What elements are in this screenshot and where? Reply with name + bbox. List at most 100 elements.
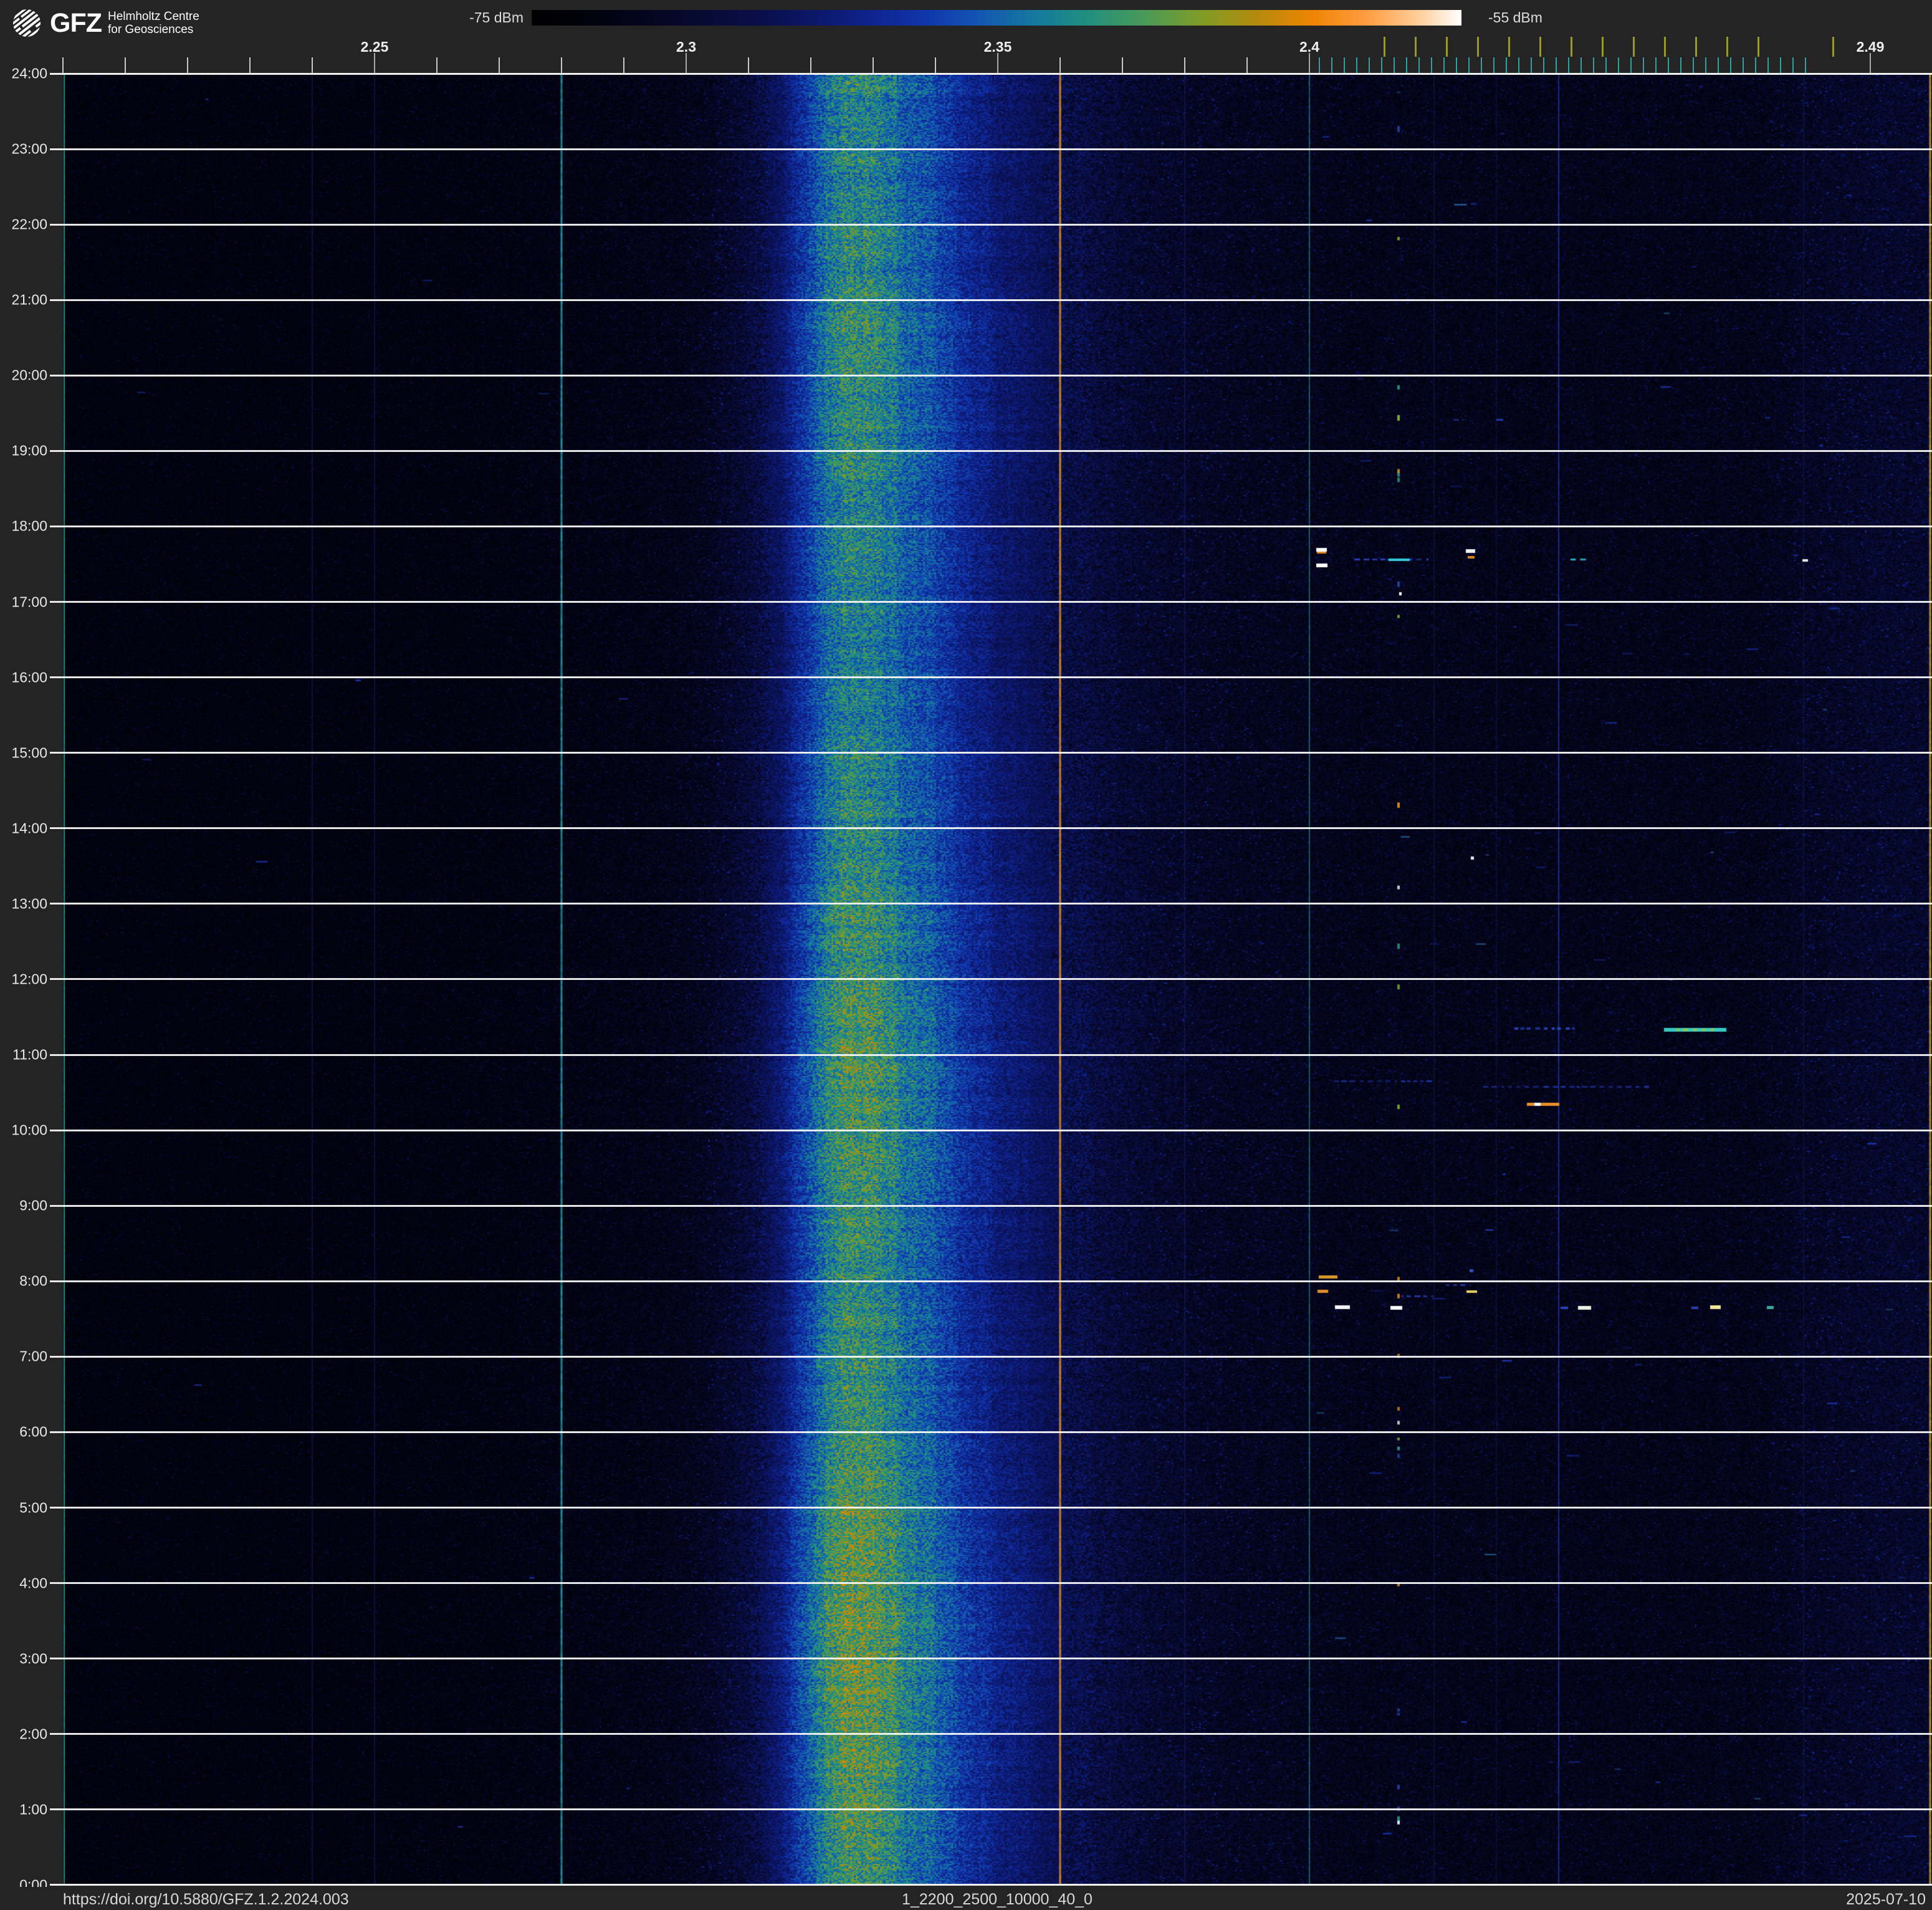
freq-minor-tick bbox=[623, 57, 624, 74]
freq-minor-tick bbox=[436, 57, 438, 74]
freq-minor-tick bbox=[748, 57, 749, 74]
colorbar-gradient bbox=[532, 10, 1461, 26]
hour-label: 23:00 bbox=[11, 140, 47, 157]
hour-gridline bbox=[50, 1129, 1932, 1131]
channel-tick-teal bbox=[1394, 57, 1395, 74]
freq-minor-tick bbox=[561, 57, 562, 74]
hour-gridline bbox=[50, 1204, 1932, 1207]
channel-tick-teal bbox=[1456, 57, 1457, 74]
channel-tick-teal bbox=[1668, 57, 1669, 74]
channel-tick-teal bbox=[1531, 57, 1532, 74]
channel-tick-teal bbox=[1730, 57, 1731, 74]
hour-label: 11:00 bbox=[12, 1046, 47, 1063]
hour-gridline bbox=[50, 1658, 1932, 1660]
freq-tick-label: 2.3 bbox=[676, 39, 696, 55]
channel-tick-yellow bbox=[1383, 37, 1385, 57]
freq-tick-label: 2.4 bbox=[1299, 39, 1319, 55]
hour-gridline bbox=[50, 1733, 1932, 1735]
hour-gridline bbox=[50, 1355, 1932, 1358]
channel-tick-yellow bbox=[1757, 37, 1759, 57]
hour-label: 9:00 bbox=[19, 1197, 47, 1214]
doi-link[interactable]: https://doi.org/10.5880/GFZ.1.2.2024.003 bbox=[63, 1891, 349, 1909]
channel-tick-teal bbox=[1581, 57, 1582, 74]
hour-label: 14:00 bbox=[11, 820, 47, 837]
channel-tick-teal bbox=[1767, 57, 1769, 74]
channel-tick-teal bbox=[1344, 57, 1345, 74]
freq-major-tick bbox=[997, 53, 998, 74]
logo-tagline: Helmholtz Centre for Geosciences bbox=[108, 10, 199, 36]
hour-gridline bbox=[50, 978, 1932, 981]
gfz-globe-icon bbox=[7, 4, 46, 42]
channel-tick-teal bbox=[1805, 57, 1806, 74]
channel-tick-teal bbox=[1743, 57, 1744, 74]
hour-gridline bbox=[50, 1507, 1932, 1509]
hour-gridline bbox=[50, 72, 1932, 75]
channel-tick-yellow bbox=[1832, 37, 1834, 57]
freq-major-tick bbox=[374, 53, 375, 74]
hour-gridline bbox=[50, 1582, 1932, 1585]
freq-minor-tick bbox=[499, 57, 500, 74]
hour-gridline bbox=[50, 1280, 1932, 1282]
hour-gridline bbox=[50, 525, 1932, 527]
hour-label: 21:00 bbox=[11, 291, 47, 308]
date-label: 2025-07-10 bbox=[1846, 1891, 1926, 1908]
channel-tick-teal bbox=[1543, 57, 1544, 74]
channel-tick-teal bbox=[1418, 57, 1420, 74]
hour-label: 4:00 bbox=[19, 1575, 47, 1591]
hour-gridline bbox=[50, 148, 1932, 150]
channel-tick-teal bbox=[1356, 57, 1357, 74]
hour-gridline bbox=[50, 299, 1932, 301]
channel-tick-yellow bbox=[1414, 37, 1417, 57]
channel-tick-teal bbox=[1630, 57, 1632, 74]
hour-label: 8:00 bbox=[19, 1272, 47, 1289]
hour-gridline bbox=[50, 1053, 1932, 1056]
channel-tick-teal bbox=[1693, 57, 1694, 74]
freq-minor-tick bbox=[125, 57, 126, 74]
hour-gridline bbox=[50, 601, 1932, 603]
hour-label: 1:00 bbox=[19, 1801, 47, 1818]
channel-tick-teal bbox=[1331, 57, 1332, 74]
channel-tick-yellow bbox=[1663, 37, 1666, 57]
channel-tick-teal bbox=[1493, 57, 1494, 74]
hour-label: 20:00 bbox=[11, 367, 47, 383]
freq-major-tick bbox=[1309, 53, 1310, 74]
hour-label: 17:00 bbox=[11, 593, 47, 610]
freq-major-tick bbox=[686, 53, 687, 74]
hour-label: 19:00 bbox=[11, 442, 47, 459]
channel-tick-teal bbox=[1443, 57, 1445, 74]
channel-tick-teal bbox=[1718, 57, 1719, 74]
freq-minor-tick bbox=[62, 57, 64, 74]
freq-major-tick bbox=[1870, 53, 1871, 74]
freq-tick-label: 2.49 bbox=[1856, 39, 1885, 55]
colorbar-max-label: -55 dBm bbox=[1488, 9, 1542, 26]
freq-minor-tick bbox=[1184, 57, 1185, 74]
hour-gridline bbox=[50, 676, 1932, 679]
hour-label: 16:00 bbox=[11, 669, 47, 686]
hour-label: 5:00 bbox=[19, 1499, 47, 1516]
channel-tick-yellow bbox=[1726, 37, 1728, 57]
spectrogram-page: GFZ Helmholtz Centre for Geosciences -75… bbox=[0, 0, 1932, 1910]
hour-gridline bbox=[50, 223, 1932, 226]
footer-bar: https://doi.org/10.5880/GFZ.1.2.2024.003… bbox=[0, 1887, 1932, 1910]
hour-label: 7:00 bbox=[19, 1348, 47, 1365]
channel-tick-teal bbox=[1518, 57, 1519, 74]
hour-label: 10:00 bbox=[11, 1121, 47, 1138]
channel-tick-yellow bbox=[1695, 37, 1697, 57]
hour-label: 3:00 bbox=[19, 1650, 47, 1667]
channel-tick-yellow bbox=[1445, 37, 1448, 57]
logo-tagline-line2: for Geosciences bbox=[107, 23, 194, 36]
channel-tick-teal bbox=[1655, 57, 1657, 74]
colorbar-min-label: -75 dBm bbox=[469, 9, 524, 26]
channel-tick-teal bbox=[1593, 57, 1594, 74]
freq-tick-label: 2.25 bbox=[360, 39, 389, 55]
channel-tick-teal bbox=[1556, 57, 1557, 74]
channel-tick-teal bbox=[1369, 57, 1370, 74]
channel-tick-teal bbox=[1506, 57, 1507, 74]
hour-label: 18:00 bbox=[11, 517, 47, 534]
channel-tick-teal bbox=[1406, 57, 1407, 74]
channel-tick-teal bbox=[1755, 57, 1756, 74]
freq-minor-tick bbox=[1059, 57, 1061, 74]
hour-gridline bbox=[50, 903, 1932, 905]
channel-tick-teal bbox=[1680, 57, 1681, 74]
channel-tick-teal bbox=[1468, 57, 1470, 74]
